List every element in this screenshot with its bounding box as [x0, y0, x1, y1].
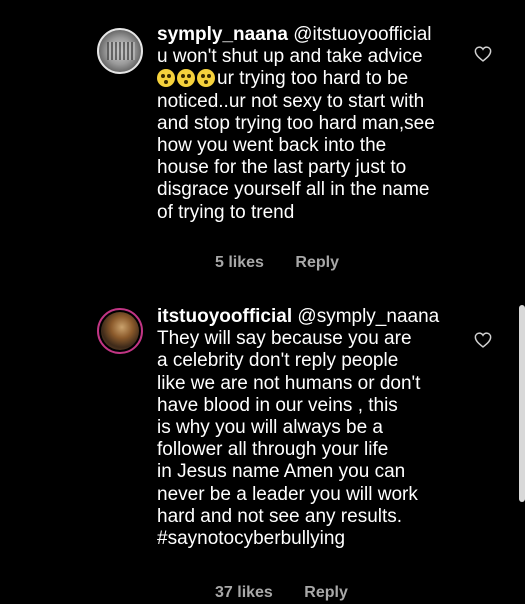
heart-outline-icon[interactable] [474, 332, 492, 348]
flushed-face-emoji-icon [177, 69, 195, 88]
mention[interactable]: @itstuoyoofficial [293, 24, 431, 45]
comment-text-line: in Jesus name Amen you can [157, 461, 406, 483]
hashtag[interactable]: #saynotocyberbullying [157, 528, 457, 550]
comment-text-line: how you went back into the [157, 135, 387, 157]
comment-text-line: hard and not see any results. [157, 505, 403, 527]
comment-text-line: like we are not humans or don't [157, 372, 421, 394]
comment-text-line: follower all through your life [157, 439, 389, 461]
comment-text-line: u won't shut up and take advice [157, 46, 423, 68]
comment-username[interactable]: itstuoyoofficial [157, 306, 292, 327]
avatar[interactable] [97, 28, 143, 74]
heart-outline-icon[interactable] [474, 46, 492, 62]
flushed-face-emoji-icon [157, 69, 175, 88]
scrollbar[interactable] [519, 305, 525, 502]
comment-body: symply_naana @itstuoyoofficial u won't s… [157, 24, 457, 224]
comment-text-line: a celebrity don't reply people [157, 350, 399, 372]
comment-text-line: house for the last party just to [157, 157, 407, 179]
comment-text-line: They will say because you are [157, 328, 412, 350]
reply-button[interactable]: Reply [295, 254, 339, 271]
comment-text-line: is why you will always be a [157, 417, 383, 439]
likes-count[interactable]: 37 likes [215, 584, 273, 601]
comment-meta: 5 likes Reply [215, 254, 339, 272]
comment-text-line: noticed..ur not sexy to start with [157, 90, 425, 112]
avatar[interactable] [97, 308, 143, 354]
comment-text-line-with-emoji: ur trying too hard to be [157, 68, 457, 90]
comment-text-line: never be a leader you will work [157, 483, 418, 505]
comment-body: itstuoyoofficial @symply_naana They will… [157, 306, 457, 550]
mention[interactable]: @symply_naana [297, 306, 439, 327]
flushed-face-emoji-icon [197, 69, 215, 88]
comment-text-line: and stop trying too hard man,see [157, 112, 435, 134]
comment-text-line: have blood in our veins , this [157, 394, 398, 416]
likes-count[interactable]: 5 likes [215, 254, 264, 271]
comment-username[interactable]: symply_naana [157, 24, 288, 45]
comment-text-line: disgrace yourself all in the name [157, 179, 430, 201]
reply-button[interactable]: Reply [304, 584, 348, 601]
comment-text-line: of trying to trend [157, 201, 295, 223]
comment-meta: 37 likes Reply [215, 584, 348, 602]
